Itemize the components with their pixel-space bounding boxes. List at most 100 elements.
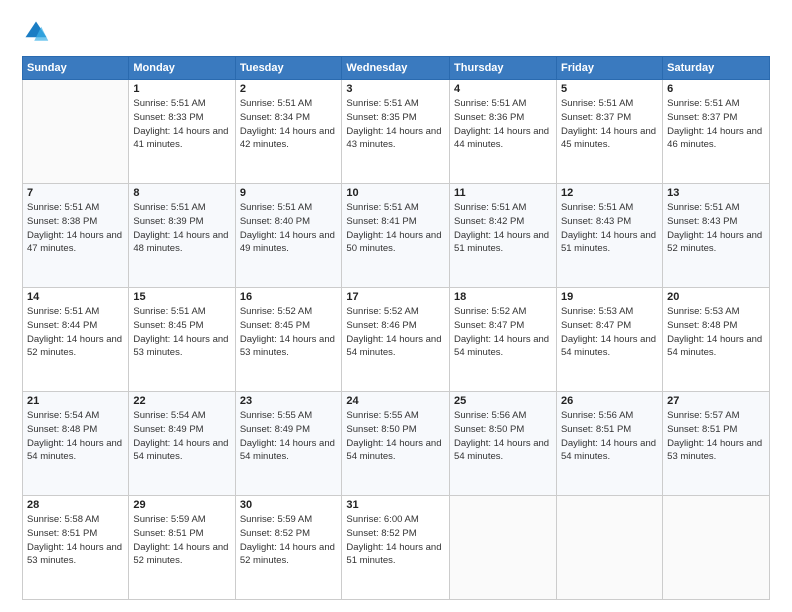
- table-row: 18 Sunrise: 5:52 AM Sunset: 8:47 PM Dayli…: [450, 288, 557, 392]
- table-row: 7 Sunrise: 5:51 AM Sunset: 8:38 PM Daylig…: [23, 184, 129, 288]
- day-info: Sunrise: 5:52 AM Sunset: 8:47 PM Dayligh…: [454, 305, 552, 360]
- day-info: Sunrise: 5:54 AM Sunset: 8:49 PM Dayligh…: [133, 409, 230, 464]
- day-number: 6: [667, 83, 765, 95]
- day-number: 27: [667, 395, 765, 407]
- day-number: 12: [561, 187, 658, 199]
- day-number: 30: [240, 499, 338, 511]
- table-row: 31 Sunrise: 6:00 AM Sunset: 8:52 PM Dayli…: [342, 496, 450, 600]
- day-number: 21: [27, 395, 124, 407]
- calendar-header-row: Sunday Monday Tuesday Wednesday Thursday…: [23, 57, 770, 80]
- day-number: 22: [133, 395, 230, 407]
- calendar-table: Sunday Monday Tuesday Wednesday Thursday…: [22, 56, 770, 600]
- col-thursday: Thursday: [450, 57, 557, 80]
- day-number: 18: [454, 291, 552, 303]
- table-row: 25 Sunrise: 5:56 AM Sunset: 8:50 PM Dayli…: [450, 392, 557, 496]
- table-row: [556, 496, 662, 600]
- table-row: 11 Sunrise: 5:51 AM Sunset: 8:42 PM Dayli…: [450, 184, 557, 288]
- day-number: 24: [346, 395, 445, 407]
- table-row: 2 Sunrise: 5:51 AM Sunset: 8:34 PM Daylig…: [235, 80, 342, 184]
- day-number: 26: [561, 395, 658, 407]
- day-info: Sunrise: 5:51 AM Sunset: 8:33 PM Dayligh…: [133, 97, 230, 152]
- table-row: 17 Sunrise: 5:52 AM Sunset: 8:46 PM Dayli…: [342, 288, 450, 392]
- day-info: Sunrise: 6:00 AM Sunset: 8:52 PM Dayligh…: [346, 513, 445, 568]
- day-number: 28: [27, 499, 124, 511]
- day-info: Sunrise: 5:57 AM Sunset: 8:51 PM Dayligh…: [667, 409, 765, 464]
- table-row: 8Sunrise: 5:51 AM Sunset: 8:39 PM Daylig…: [129, 184, 235, 288]
- day-info: Sunrise: 5:51 AM Sunset: 8:43 PM Dayligh…: [667, 201, 765, 256]
- col-sunday: Sunday: [23, 57, 129, 80]
- table-row: 22 Sunrise: 5:54 AM Sunset: 8:49 PM Dayli…: [129, 392, 235, 496]
- table-row: 24 Sunrise: 5:55 AM Sunset: 8:50 PM Dayli…: [342, 392, 450, 496]
- day-number: 20: [667, 291, 765, 303]
- col-saturday: Saturday: [663, 57, 770, 80]
- col-tuesday: Tuesday: [235, 57, 342, 80]
- table-row: 12 Sunrise: 5:51 AM Sunset: 8:43 PM Dayli…: [556, 184, 662, 288]
- day-number: 1: [133, 83, 230, 95]
- day-number: 25: [454, 395, 552, 407]
- table-row: 21 Sunrise: 5:54 AM Sunset: 8:48 PM Dayli…: [23, 392, 129, 496]
- day-number: 9: [240, 187, 338, 199]
- day-info: Sunrise: 5:58 AM Sunset: 8:51 PM Dayligh…: [27, 513, 124, 568]
- day-info: Sunrise: 5:55 AM Sunset: 8:50 PM Dayligh…: [346, 409, 445, 464]
- day-info: Sunrise: 5:51 AM Sunset: 8:37 PM Dayligh…: [561, 97, 658, 152]
- table-row: 13Sunrise: 5:51 AM Sunset: 8:43 PM Dayli…: [663, 184, 770, 288]
- table-row: 16Sunrise: 5:52 AM Sunset: 8:45 PM Dayli…: [235, 288, 342, 392]
- day-info: Sunrise: 5:53 AM Sunset: 8:48 PM Dayligh…: [667, 305, 765, 360]
- table-row: 20 Sunrise: 5:53 AM Sunset: 8:48 PM Dayli…: [663, 288, 770, 392]
- day-number: 4: [454, 83, 552, 95]
- calendar-week-row: 28 Sunrise: 5:58 AM Sunset: 8:51 PM Dayli…: [23, 496, 770, 600]
- day-number: 11: [454, 187, 552, 199]
- day-info: Sunrise: 5:51 AM Sunset: 8:37 PM Dayligh…: [667, 97, 765, 152]
- day-number: 3: [346, 83, 445, 95]
- col-friday: Friday: [556, 57, 662, 80]
- header: [22, 18, 770, 46]
- table-row: [663, 496, 770, 600]
- day-number: 2: [240, 83, 338, 95]
- table-row: 14 Sunrise: 5:51 AM Sunset: 8:44 PM Dayli…: [23, 288, 129, 392]
- day-number: 19: [561, 291, 658, 303]
- day-number: 7: [27, 187, 124, 199]
- logo: [22, 18, 54, 46]
- day-number: 23: [240, 395, 338, 407]
- day-info: Sunrise: 5:59 AM Sunset: 8:51 PM Dayligh…: [133, 513, 230, 568]
- day-number: 16: [240, 291, 338, 303]
- page: Sunday Monday Tuesday Wednesday Thursday…: [0, 0, 792, 612]
- table-row: 28 Sunrise: 5:58 AM Sunset: 8:51 PM Dayli…: [23, 496, 129, 600]
- table-row: [450, 496, 557, 600]
- day-info: Sunrise: 5:51 AM Sunset: 8:38 PM Dayligh…: [27, 201, 124, 256]
- day-number: 5: [561, 83, 658, 95]
- day-info: Sunrise: 5:51 AM Sunset: 8:41 PM Dayligh…: [346, 201, 445, 256]
- table-row: 27 Sunrise: 5:57 AM Sunset: 8:51 PM Dayli…: [663, 392, 770, 496]
- day-number: 31: [346, 499, 445, 511]
- day-info: Sunrise: 5:52 AM Sunset: 8:46 PM Dayligh…: [346, 305, 445, 360]
- day-info: Sunrise: 5:51 AM Sunset: 8:36 PM Dayligh…: [454, 97, 552, 152]
- table-row: 3 Sunrise: 5:51 AM Sunset: 8:35 PM Daylig…: [342, 80, 450, 184]
- day-info: Sunrise: 5:51 AM Sunset: 8:44 PM Dayligh…: [27, 305, 124, 360]
- day-number: 10: [346, 187, 445, 199]
- day-info: Sunrise: 5:54 AM Sunset: 8:48 PM Dayligh…: [27, 409, 124, 464]
- day-number: 29: [133, 499, 230, 511]
- table-row: [23, 80, 129, 184]
- table-row: 1 Sunrise: 5:51 AM Sunset: 8:33 PM Daylig…: [129, 80, 235, 184]
- day-info: Sunrise: 5:56 AM Sunset: 8:51 PM Dayligh…: [561, 409, 658, 464]
- calendar-week-row: 1 Sunrise: 5:51 AM Sunset: 8:33 PM Daylig…: [23, 80, 770, 184]
- calendar-week-row: 14 Sunrise: 5:51 AM Sunset: 8:44 PM Dayli…: [23, 288, 770, 392]
- day-info: Sunrise: 5:51 AM Sunset: 8:40 PM Dayligh…: [240, 201, 338, 256]
- logo-icon: [22, 18, 50, 46]
- day-info: Sunrise: 5:56 AM Sunset: 8:50 PM Dayligh…: [454, 409, 552, 464]
- day-number: 17: [346, 291, 445, 303]
- table-row: 5 Sunrise: 5:51 AM Sunset: 8:37 PM Daylig…: [556, 80, 662, 184]
- day-number: 14: [27, 291, 124, 303]
- day-info: Sunrise: 5:55 AM Sunset: 8:49 PM Dayligh…: [240, 409, 338, 464]
- table-row: 9 Sunrise: 5:51 AM Sunset: 8:40 PM Daylig…: [235, 184, 342, 288]
- table-row: 19Sunrise: 5:53 AM Sunset: 8:47 PM Dayli…: [556, 288, 662, 392]
- day-info: Sunrise: 5:51 AM Sunset: 8:43 PM Dayligh…: [561, 201, 658, 256]
- day-number: 15: [133, 291, 230, 303]
- day-info: Sunrise: 5:51 AM Sunset: 8:34 PM Dayligh…: [240, 97, 338, 152]
- table-row: 30Sunrise: 5:59 AM Sunset: 8:52 PM Dayli…: [235, 496, 342, 600]
- day-info: Sunrise: 5:51 AM Sunset: 8:35 PM Dayligh…: [346, 97, 445, 152]
- table-row: 29 Sunrise: 5:59 AM Sunset: 8:51 PM Dayli…: [129, 496, 235, 600]
- day-info: Sunrise: 5:51 AM Sunset: 8:42 PM Dayligh…: [454, 201, 552, 256]
- table-row: 10 Sunrise: 5:51 AM Sunset: 8:41 PM Dayli…: [342, 184, 450, 288]
- table-row: 15Sunrise: 5:51 AM Sunset: 8:45 PM Dayli…: [129, 288, 235, 392]
